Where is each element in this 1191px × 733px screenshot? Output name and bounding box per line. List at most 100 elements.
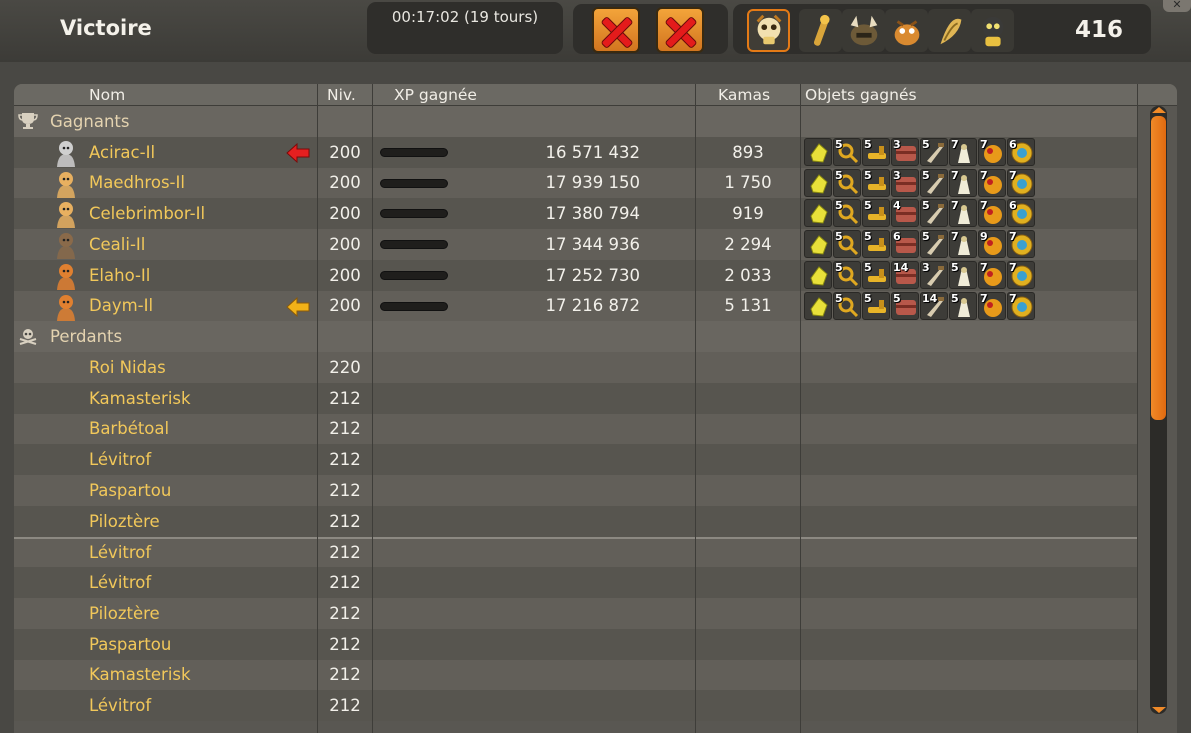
item-slot[interactable]: 5 bbox=[891, 291, 919, 320]
item-slot[interactable]: 7 bbox=[978, 260, 1006, 289]
item-slot[interactable]: 14 bbox=[920, 291, 948, 320]
scroll-thumb[interactable] bbox=[1151, 116, 1166, 420]
player-name[interactable]: Celebrimbor-Il bbox=[89, 198, 205, 229]
table-row[interactable]: Lévitrof 212 bbox=[14, 690, 1138, 721]
close-icon[interactable]: ✕ bbox=[1163, 0, 1191, 12]
table-row[interactable]: Piloztère 212 bbox=[14, 505, 1138, 537]
table-row[interactable]: Barbétoal 212 bbox=[14, 413, 1138, 445]
monster-name[interactable]: Kamasterisk bbox=[89, 660, 191, 691]
column-items[interactable]: Objets gagnés bbox=[805, 86, 917, 104]
cross-button[interactable] bbox=[656, 7, 704, 53]
item-slot[interactable]: 7 bbox=[949, 199, 977, 228]
item-slot[interactable]: 5 bbox=[949, 291, 977, 320]
monster-name[interactable]: Lévitrof bbox=[89, 690, 151, 721]
item-slot[interactable]: 5 bbox=[833, 137, 861, 166]
item-slot[interactable]: 5 bbox=[833, 291, 861, 320]
table-row[interactable]: Ceali-Il 200 17 344 936 2 294 5 5 6 5 7 bbox=[14, 229, 1138, 260]
monster-name[interactable]: Piloztère bbox=[89, 506, 160, 537]
table-row[interactable]: Roi Nidas 220 bbox=[14, 352, 1138, 383]
item-slot[interactable]: 5 bbox=[920, 168, 948, 197]
item-slot[interactable]: 5 bbox=[862, 230, 890, 258]
item-slot[interactable]: 14 bbox=[891, 260, 919, 289]
table-row[interactable]: Paspartou 212 bbox=[14, 628, 1138, 660]
item-slot[interactable]: 6 bbox=[1007, 199, 1035, 228]
item-slot[interactable] bbox=[804, 137, 832, 166]
table-row[interactable]: Elaho-Il 200 17 252 730 2 033 5 5 14 3 5 bbox=[14, 259, 1138, 291]
item-slot[interactable]: 5 bbox=[833, 199, 861, 228]
item-slot[interactable]: 5 bbox=[920, 137, 948, 166]
monster-name[interactable]: Roi Nidas bbox=[89, 352, 166, 383]
item-slot[interactable]: 6 bbox=[1007, 137, 1035, 166]
monster-name[interactable]: Kamasterisk bbox=[89, 383, 191, 414]
item-slot[interactable]: 5 bbox=[949, 260, 977, 289]
table-row[interactable]: Lévitrof 212 bbox=[14, 567, 1138, 598]
monster-name[interactable]: Barbétoal bbox=[89, 414, 169, 445]
column-xp[interactable]: XP gagnée bbox=[394, 86, 477, 104]
scroll-down-icon[interactable] bbox=[1152, 707, 1166, 713]
item-slot[interactable]: 5 bbox=[920, 199, 948, 228]
item-slot[interactable]: 7 bbox=[978, 168, 1006, 197]
item-slot[interactable]: 5 bbox=[862, 260, 890, 289]
table-row[interactable]: Daym-Il 200 17 216 872 5 131 5 5 5 14 5 bbox=[14, 290, 1138, 322]
player-name[interactable]: Daym-Il bbox=[89, 291, 153, 322]
group-winners[interactable]: Gagnants bbox=[14, 106, 1138, 137]
table-row[interactable]: Kamasterisk 212 bbox=[14, 659, 1138, 691]
item-slot[interactable]: 5 bbox=[862, 291, 890, 320]
table-row[interactable]: Maedhros-Il 200 17 939 150 1 750 5 5 3 5… bbox=[14, 167, 1138, 199]
item-slot[interactable]: 7 bbox=[1007, 260, 1035, 289]
item-slot[interactable]: 5 bbox=[833, 260, 861, 289]
monster-name[interactable]: Paspartou bbox=[89, 629, 171, 660]
item-slot[interactable] bbox=[804, 230, 832, 258]
table-row[interactable]: Kamasterisk 212 bbox=[14, 382, 1138, 414]
item-slot[interactable] bbox=[804, 291, 832, 320]
item-slot[interactable]: 7 bbox=[949, 168, 977, 197]
item-slot[interactable]: 5 bbox=[862, 168, 890, 197]
player-name[interactable]: Acirac-Il bbox=[89, 137, 155, 168]
table-row[interactable]: Paspartou 212 bbox=[14, 475, 1138, 506]
item-slot[interactable]: 5 bbox=[920, 230, 948, 258]
item-slot[interactable]: 5 bbox=[833, 168, 861, 197]
creature-skull-icon[interactable] bbox=[747, 9, 790, 52]
item-slot[interactable]: 3 bbox=[891, 137, 919, 166]
table-row[interactable]: Piloztère 212 bbox=[14, 598, 1138, 629]
column-level[interactable]: Niv. bbox=[327, 86, 356, 104]
creature-shell-icon[interactable] bbox=[928, 9, 971, 52]
player-name[interactable]: Elaho-Il bbox=[89, 260, 150, 291]
item-slot[interactable]: 5 bbox=[862, 199, 890, 228]
sword-cross-button[interactable] bbox=[592, 7, 640, 53]
item-slot[interactable]: 7 bbox=[949, 230, 977, 258]
creature-stick-icon[interactable] bbox=[799, 9, 842, 52]
creature-beast-icon[interactable] bbox=[885, 9, 928, 52]
item-slot[interactable] bbox=[804, 199, 832, 228]
player-name[interactable]: Ceali-Il bbox=[89, 229, 145, 260]
creature-mask-icon[interactable] bbox=[971, 9, 1014, 52]
item-slot[interactable]: 7 bbox=[1007, 291, 1035, 320]
table-row[interactable]: Acirac-Il 200 16 571 432 893 5 5 3 5 7 7… bbox=[14, 136, 1138, 168]
item-slot[interactable]: 7 bbox=[1007, 230, 1035, 258]
scroll-up-icon[interactable] bbox=[1152, 107, 1166, 113]
item-slot[interactable]: 7 bbox=[978, 291, 1006, 320]
item-slot[interactable] bbox=[804, 168, 832, 197]
item-slot[interactable]: 4 bbox=[891, 199, 919, 228]
group-losers[interactable]: Perdants bbox=[14, 321, 1138, 352]
item-slot[interactable]: 3 bbox=[920, 260, 948, 289]
column-kamas[interactable]: Kamas bbox=[718, 86, 770, 104]
table-row[interactable]: Lévitrof 212 bbox=[14, 444, 1138, 475]
scrollbar[interactable] bbox=[1150, 106, 1167, 714]
item-slot[interactable]: 5 bbox=[862, 137, 890, 166]
monster-name[interactable]: Lévitrof bbox=[89, 444, 151, 475]
item-slot[interactable]: 3 bbox=[891, 168, 919, 197]
table-row[interactable]: Celebrimbor-Il 200 17 380 794 919 5 5 4 … bbox=[14, 198, 1138, 229]
monster-name[interactable]: Piloztère bbox=[89, 598, 160, 629]
item-slot[interactable]: 7 bbox=[1007, 168, 1035, 197]
item-slot[interactable]: 7 bbox=[978, 137, 1006, 166]
item-slot[interactable]: 5 bbox=[833, 230, 861, 258]
item-slot[interactable] bbox=[804, 260, 832, 289]
monster-name[interactable]: Lévitrof bbox=[89, 567, 151, 598]
column-name[interactable]: Nom bbox=[89, 86, 125, 104]
player-name[interactable]: Maedhros-Il bbox=[89, 168, 185, 199]
creature-horned-icon[interactable] bbox=[842, 9, 885, 52]
monster-name[interactable]: Lévitrof bbox=[89, 539, 151, 568]
monster-name[interactable]: Paspartou bbox=[89, 475, 171, 506]
item-slot[interactable]: 6 bbox=[891, 230, 919, 258]
